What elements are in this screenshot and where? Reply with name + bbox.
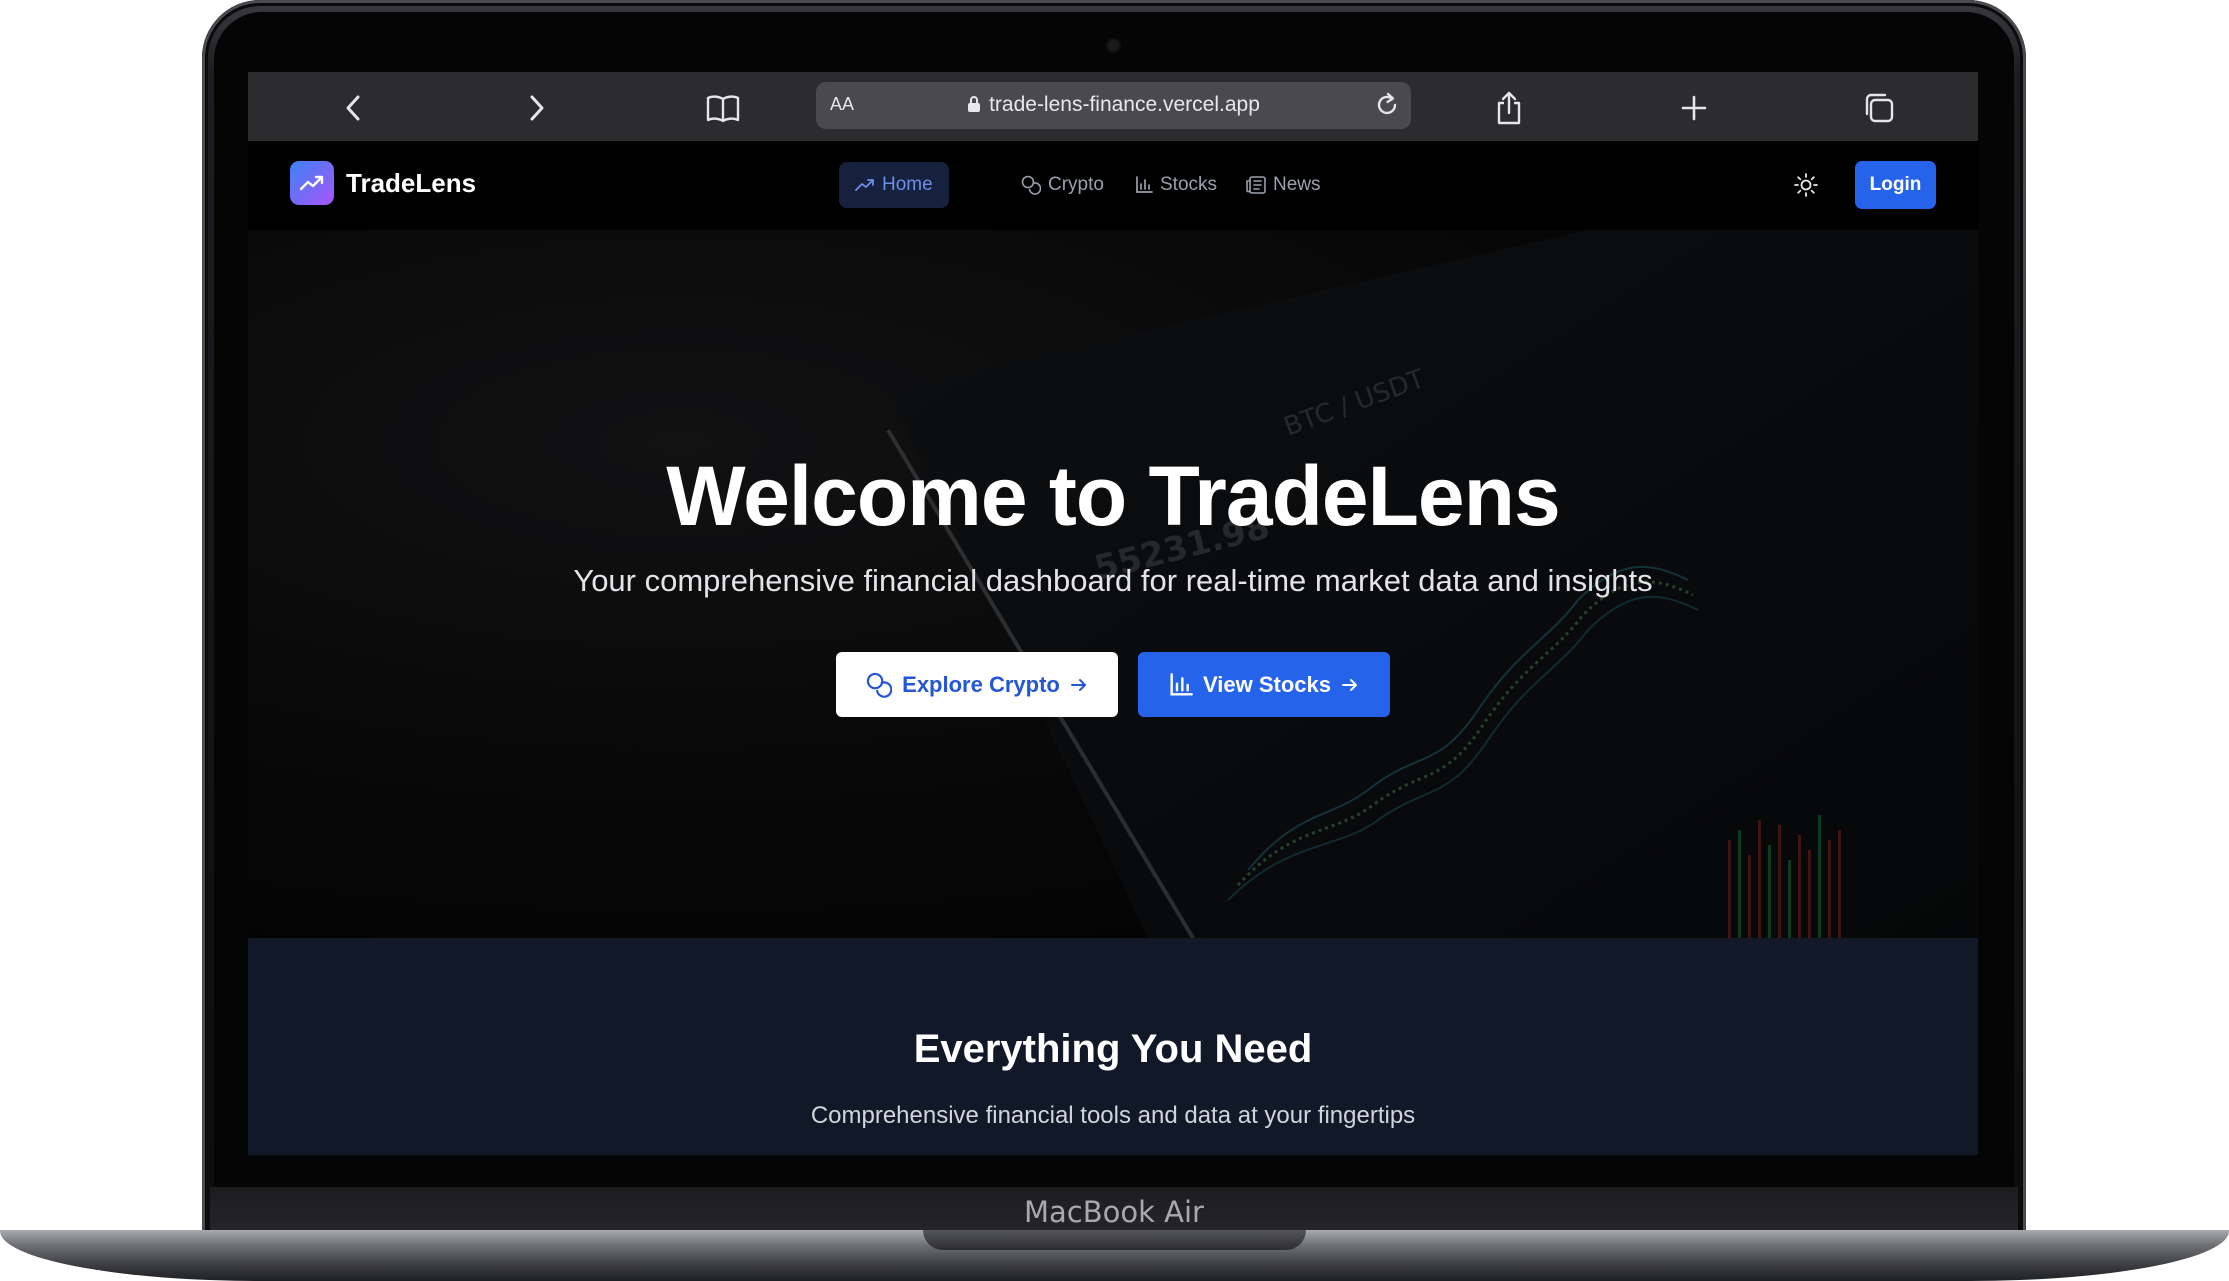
features-subtitle: Comprehensive financial tools and data a… [810,1102,1416,1129]
lock-icon [968,96,981,112]
brand[interactable]: TradeLens [290,161,476,205]
bar-chart-icon [1170,672,1193,696]
explore-crypto-button[interactable]: Explore Crypto [836,652,1118,717]
share-icon [1497,91,1521,125]
trending-up-icon [855,179,874,191]
brand-logo [290,161,334,205]
hero-subtitle: Your comprehensive financial dashboard f… [573,563,1653,598]
features-title: Everything You Need [913,1027,1313,1071]
nav-stocks[interactable]: Stocks [1119,162,1233,208]
device-label: MacBook Air [1024,1195,1204,1229]
hero-section: BTC / USDT 55231.98 Welcome to TradeLens… [248,230,1978,938]
url-display: trade-lens-finance.vercel.app [816,93,1411,117]
arrow-right-icon [1342,678,1357,691]
hero-title: Welcome to TradeLens [666,449,1560,543]
new-tab-button[interactable] [1674,88,1714,128]
coins-icon [866,672,893,698]
nav-stocks-label: Stocks [1160,174,1218,195]
tabs-icon [1865,93,1894,123]
book-icon [706,95,740,123]
view-stocks-label: View Stocks [1203,671,1331,697]
url-text: trade-lens-finance.vercel.app [989,93,1260,116]
bar-chart-icon [1136,176,1153,193]
app-navbar: TradeLens Home Crypto Stocks News Login [248,141,1978,231]
plus-icon [1681,95,1707,121]
arrow-right-icon [1070,678,1086,691]
newspaper-icon [1246,176,1266,194]
brand-name: TradeLens [346,167,477,198]
reload-button[interactable] [1373,90,1401,125]
bookmarks-button[interactable] [703,88,743,128]
nav-news-label: News [1273,174,1321,195]
explore-crypto-label: Explore Crypto [902,671,1060,697]
sun-icon [1794,173,1818,197]
theme-toggle-button[interactable] [1788,167,1824,203]
chevron-left-icon [346,95,360,121]
screen: AA trade-lens-finance.vercel.app TradeLe… [248,72,1978,1155]
chevron-right-icon [530,95,544,121]
coins-icon [1021,175,1041,195]
laptop-chin: MacBook Air [210,1187,2018,1233]
forward-button[interactable] [517,88,557,128]
tabs-button[interactable] [1859,88,1899,128]
back-button[interactable] [333,88,373,128]
nav-home[interactable]: Home [839,162,949,208]
nav-crypto-label: Crypto [1048,174,1104,195]
address-bar[interactable]: AA trade-lens-finance.vercel.app [816,82,1411,129]
view-stocks-button[interactable]: View Stocks [1138,652,1390,717]
nav-news[interactable]: News [1230,162,1337,208]
camera [1108,40,1119,51]
features-section: Everything You Need Comprehensive financ… [248,938,1978,1155]
laptop-notch [923,1230,1306,1250]
nav-home-label: Home [882,174,933,195]
browser-toolbar: AA trade-lens-finance.vercel.app [248,72,1978,142]
login-button[interactable]: Login [1855,161,1936,209]
reload-icon [1377,92,1397,115]
trending-up-icon [299,175,324,191]
nav-crypto[interactable]: Crypto [1005,162,1120,208]
share-button[interactable] [1489,88,1529,128]
